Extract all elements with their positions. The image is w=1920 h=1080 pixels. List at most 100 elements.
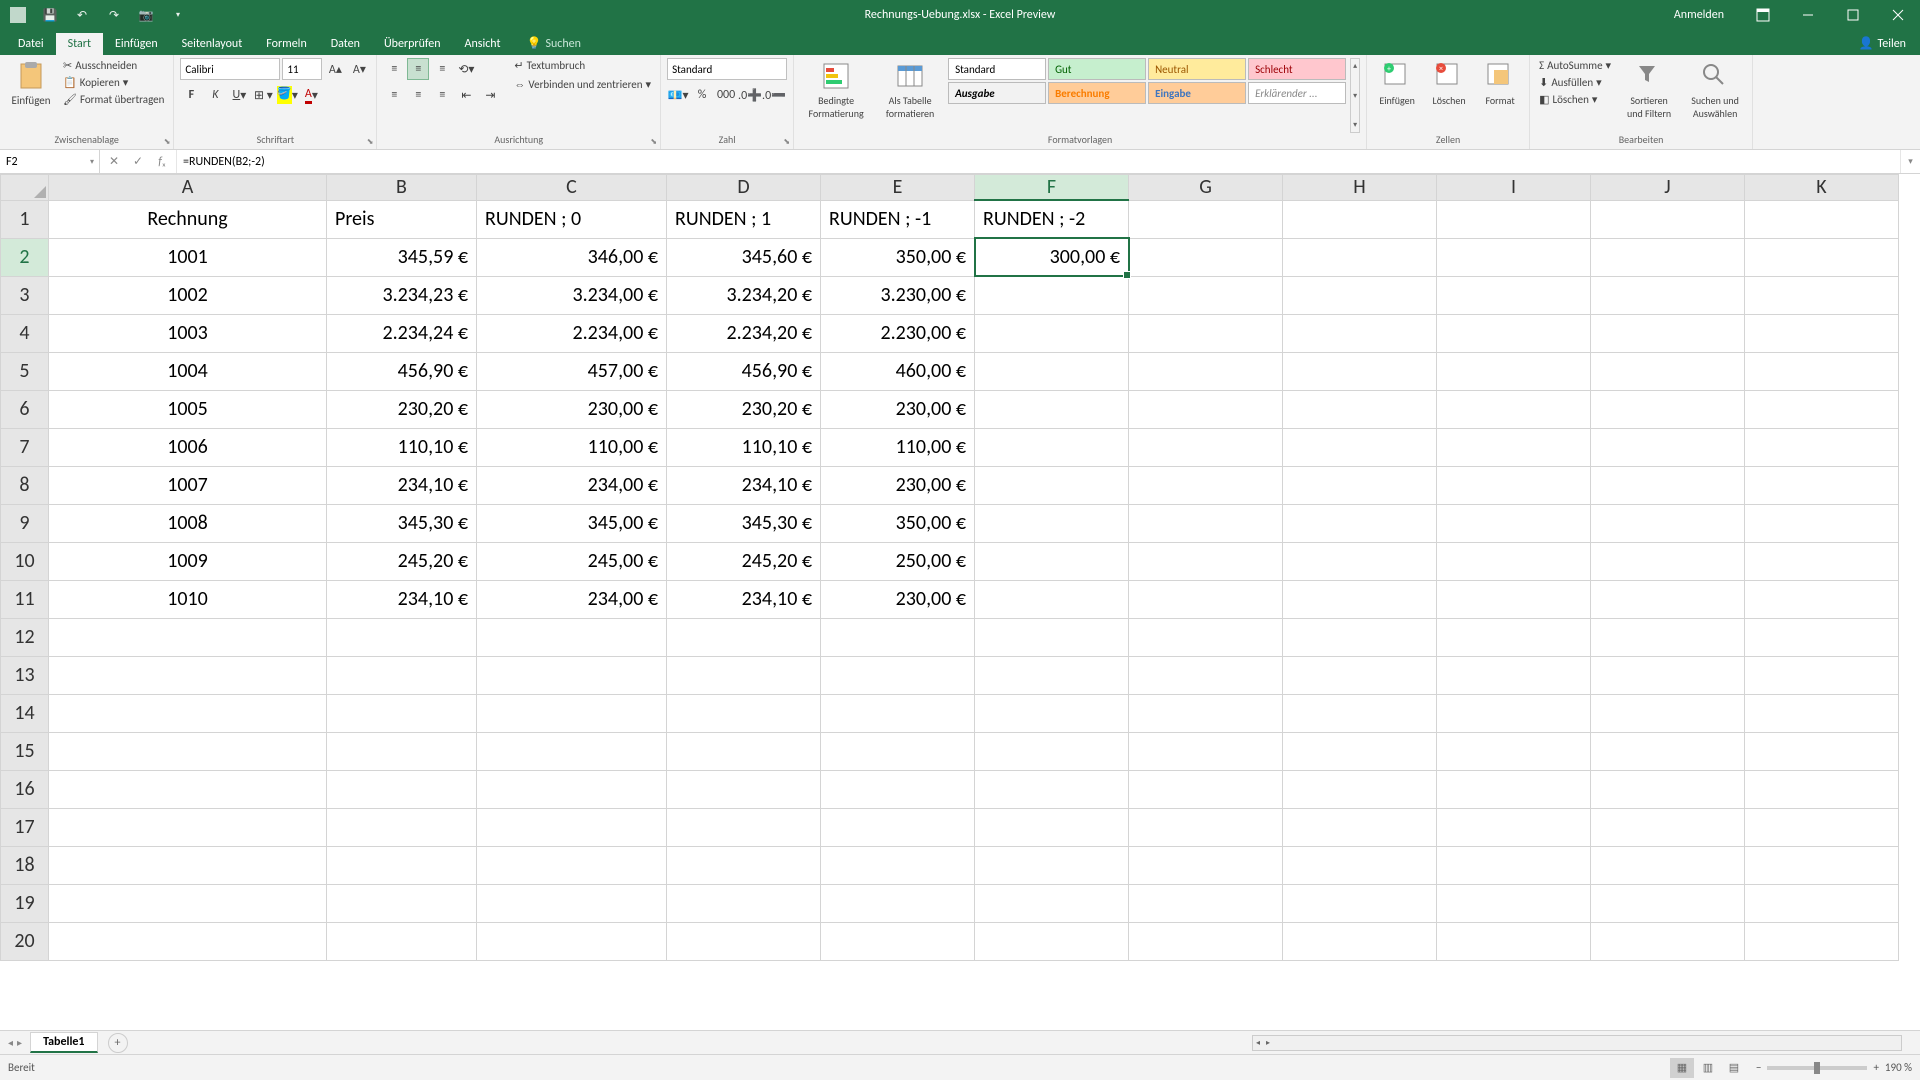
- cell-J3[interactable]: [1591, 276, 1745, 314]
- cell-H17[interactable]: [1283, 808, 1437, 846]
- style-ausgabe[interactable]: Ausgabe: [948, 82, 1046, 104]
- orientation-button[interactable]: ⟲▾: [455, 58, 477, 80]
- cell-C18[interactable]: [477, 846, 667, 884]
- cell-E18[interactable]: [821, 846, 975, 884]
- cell-I9[interactable]: [1437, 504, 1591, 542]
- cell-B2[interactable]: 345,59 €: [327, 238, 477, 276]
- cell-F19[interactable]: [975, 884, 1129, 922]
- row-header-14[interactable]: 14: [1, 694, 49, 732]
- cell-A1[interactable]: Rechnung: [49, 200, 327, 238]
- cut-button[interactable]: ✂Ausschneiden: [60, 58, 167, 73]
- cell-C8[interactable]: 234,00 €: [477, 466, 667, 504]
- row-header-12[interactable]: 12: [1, 618, 49, 656]
- align-center-button[interactable]: ≡: [407, 84, 429, 106]
- decrease-indent-button[interactable]: ⇤: [455, 84, 477, 106]
- row-header-15[interactable]: 15: [1, 732, 49, 770]
- cell-B5[interactable]: 456,90 €: [327, 352, 477, 390]
- cell-A10[interactable]: 1009: [49, 542, 327, 580]
- cell-K11[interactable]: [1745, 580, 1899, 618]
- zoom-in-button[interactable]: +: [1873, 1061, 1878, 1074]
- cell-C7[interactable]: 110,00 €: [477, 428, 667, 466]
- cell-D7[interactable]: 110,10 €: [667, 428, 821, 466]
- cell-K20[interactable]: [1745, 922, 1899, 960]
- col-header-A[interactable]: A: [49, 175, 327, 201]
- cell-E6[interactable]: 230,00 €: [821, 390, 975, 428]
- cell-I1[interactable]: [1437, 200, 1591, 238]
- minimize-button[interactable]: [1785, 0, 1830, 30]
- cell-B15[interactable]: [327, 732, 477, 770]
- cell-D19[interactable]: [667, 884, 821, 922]
- row-header-19[interactable]: 19: [1, 884, 49, 922]
- cell-D18[interactable]: [667, 846, 821, 884]
- cell-F6[interactable]: [975, 390, 1129, 428]
- cell-A8[interactable]: 1007: [49, 466, 327, 504]
- cell-J2[interactable]: [1591, 238, 1745, 276]
- cell-G11[interactable]: [1129, 580, 1283, 618]
- zoom-level[interactable]: 190 %: [1885, 1061, 1912, 1074]
- camera-icon[interactable]: 📷: [136, 5, 156, 25]
- cell-F8[interactable]: [975, 466, 1129, 504]
- cell-I17[interactable]: [1437, 808, 1591, 846]
- cell-C10[interactable]: 245,00 €: [477, 542, 667, 580]
- page-break-view-button[interactable]: ▤: [1722, 1058, 1746, 1078]
- cell-G10[interactable]: [1129, 542, 1283, 580]
- align-bottom-button[interactable]: ≡: [431, 58, 453, 80]
- qat-customize[interactable]: ▾: [168, 5, 188, 25]
- merge-center-button[interactable]: ⇔Verbinden und zentrieren ▾: [511, 77, 654, 92]
- cell-H2[interactable]: [1283, 238, 1437, 276]
- share-button[interactable]: 👤 Teilen: [1845, 32, 1920, 55]
- row-header-10[interactable]: 10: [1, 542, 49, 580]
- cell-B3[interactable]: 3.234,23 €: [327, 276, 477, 314]
- insert-function-icon[interactable]: fₓ: [152, 155, 172, 169]
- conditional-formatting-button[interactable]: Bedingte Formatierung: [800, 58, 872, 133]
- increase-font-button[interactable]: A▴: [324, 58, 346, 80]
- cell-D13[interactable]: [667, 656, 821, 694]
- cell-E20[interactable]: [821, 922, 975, 960]
- cell-D17[interactable]: [667, 808, 821, 846]
- cell-F5[interactable]: [975, 352, 1129, 390]
- cell-B16[interactable]: [327, 770, 477, 808]
- cell-K10[interactable]: [1745, 542, 1899, 580]
- cell-I3[interactable]: [1437, 276, 1591, 314]
- cell-G18[interactable]: [1129, 846, 1283, 884]
- cell-J13[interactable]: [1591, 656, 1745, 694]
- cell-B12[interactable]: [327, 618, 477, 656]
- cell-I6[interactable]: [1437, 390, 1591, 428]
- row-header-9[interactable]: 9: [1, 504, 49, 542]
- cell-F4[interactable]: [975, 314, 1129, 352]
- cell-F16[interactable]: [975, 770, 1129, 808]
- cell-A12[interactable]: [49, 618, 327, 656]
- cell-F17[interactable]: [975, 808, 1129, 846]
- cell-J7[interactable]: [1591, 428, 1745, 466]
- col-header-E[interactable]: E: [821, 175, 975, 201]
- wrap-text-button[interactable]: ↵Textumbruch: [511, 58, 654, 73]
- row-header-18[interactable]: 18: [1, 846, 49, 884]
- cell-D20[interactable]: [667, 922, 821, 960]
- select-all-corner[interactable]: [1, 175, 49, 201]
- cell-J12[interactable]: [1591, 618, 1745, 656]
- cell-B11[interactable]: 234,10 €: [327, 580, 477, 618]
- clipboard-launcher-icon[interactable]: ⬊: [164, 137, 171, 147]
- sign-in-link[interactable]: Anmelden: [1658, 8, 1740, 22]
- cell-K12[interactable]: [1745, 618, 1899, 656]
- cell-E12[interactable]: [821, 618, 975, 656]
- cell-A11[interactable]: 1010: [49, 580, 327, 618]
- cell-C6[interactable]: 230,00 €: [477, 390, 667, 428]
- col-header-B[interactable]: B: [327, 175, 477, 201]
- cell-G19[interactable]: [1129, 884, 1283, 922]
- cell-K9[interactable]: [1745, 504, 1899, 542]
- alignment-launcher-icon[interactable]: ⬊: [650, 137, 657, 147]
- tab-einfuegen[interactable]: Einfügen: [103, 33, 170, 55]
- cell-J17[interactable]: [1591, 808, 1745, 846]
- cell-A4[interactable]: 1003: [49, 314, 327, 352]
- cell-C3[interactable]: 3.234,00 €: [477, 276, 667, 314]
- row-header-17[interactable]: 17: [1, 808, 49, 846]
- underline-button[interactable]: U ▾: [228, 84, 250, 106]
- copy-button[interactable]: 📋Kopieren ▾: [60, 75, 167, 90]
- cell-D10[interactable]: 245,20 €: [667, 542, 821, 580]
- cell-I13[interactable]: [1437, 656, 1591, 694]
- tell-me-search[interactable]: 💡 Suchen: [519, 32, 589, 55]
- cell-H5[interactable]: [1283, 352, 1437, 390]
- cell-C16[interactable]: [477, 770, 667, 808]
- cell-F10[interactable]: [975, 542, 1129, 580]
